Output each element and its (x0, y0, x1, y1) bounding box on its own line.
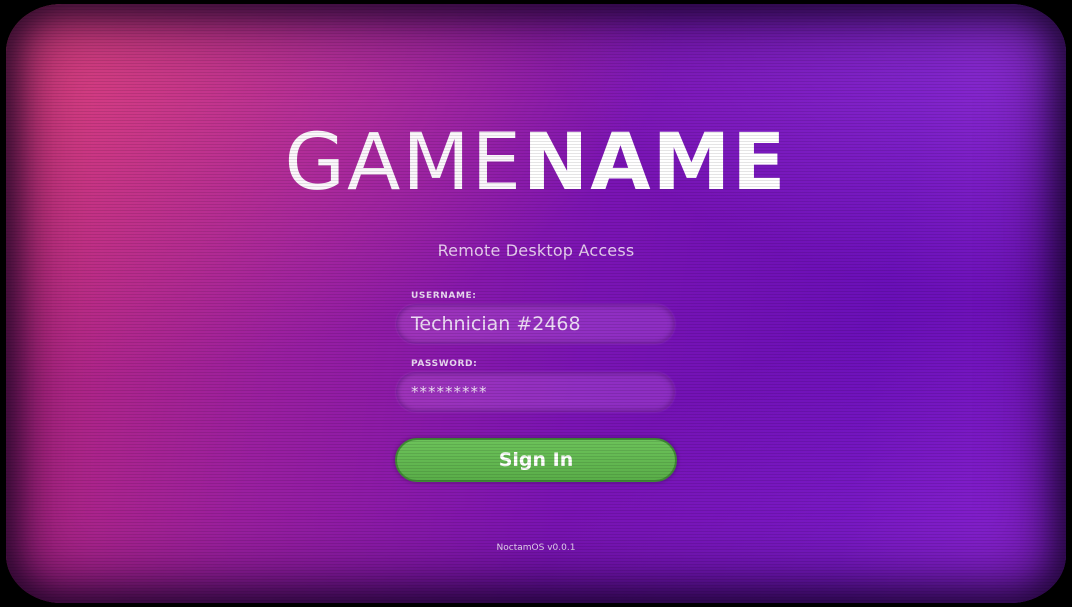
crt-screen: GAMENAME Remote Desktop Access USERNAME:… (6, 4, 1066, 603)
version-text: NoctamOS v0.0.1 (496, 543, 576, 553)
password-value: ********* (411, 383, 488, 401)
logo-light-text: GAME (284, 118, 523, 208)
sign-in-button[interactable]: Sign In (395, 438, 677, 482)
username-value: Technician #2468 (411, 313, 581, 335)
logo-bold-text: NAME (522, 118, 788, 208)
username-field[interactable]: Technician #2468 (396, 304, 675, 344)
subtitle: Remote Desktop Access (437, 241, 635, 260)
password-label: PASSWORD: (411, 359, 478, 369)
username-label: USERNAME: (411, 291, 477, 301)
game-logo: GAMENAME (6, 120, 1066, 206)
password-field[interactable]: ********* (396, 372, 675, 412)
sign-in-label: Sign In (498, 449, 574, 471)
login-screen: GAMENAME Remote Desktop Access USERNAME:… (6, 4, 1066, 603)
